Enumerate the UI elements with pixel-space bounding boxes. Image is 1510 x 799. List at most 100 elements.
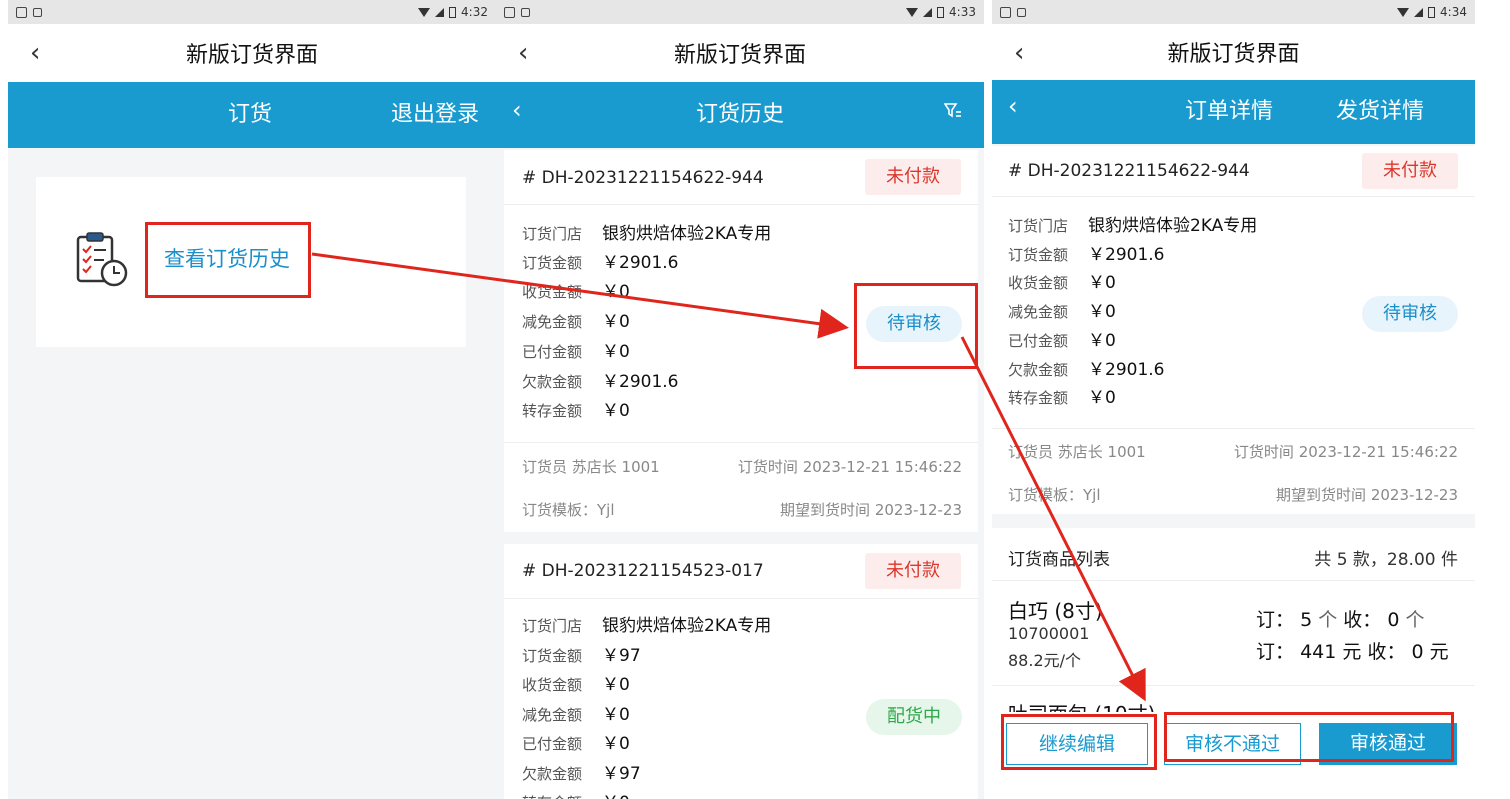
row-label: 订货金额 xyxy=(1008,246,1069,264)
pay-status-badge: 未付款 xyxy=(865,159,961,195)
row-label: 收货金额 xyxy=(522,283,583,301)
back-icon[interactable]: ‹ xyxy=(518,38,528,68)
wifi-icon xyxy=(1397,7,1410,17)
row-label: 欠款金额 xyxy=(522,765,583,783)
goods-price: 88.2元/个 xyxy=(1008,651,1082,670)
page-title: 新版订货界面 xyxy=(673,43,806,68)
order-card[interactable]: # DH-20231221154622-944 未付款 订货门店 银豹烘焙体验2K… xyxy=(504,150,978,532)
page-title: 新版订货界面 xyxy=(1167,42,1300,67)
title-bar: ‹ 新版订货界面 xyxy=(992,24,1475,80)
status-time: 4:33 xyxy=(949,5,976,19)
battery-icon xyxy=(937,6,945,18)
expected-time: 期望到货时间 2023-12-23 xyxy=(1276,486,1458,504)
row-value: ￥0 xyxy=(602,793,630,799)
qty-order-label: 订： xyxy=(1256,609,1295,631)
info-row: 减免金额 ￥0 xyxy=(522,701,630,730)
notification-icon xyxy=(1017,7,1026,17)
info-row: 转存金额 ￥0 xyxy=(1008,384,1116,413)
nav-bar: ‹ 订货历史 xyxy=(496,82,984,148)
status-time: 4:34 xyxy=(1440,5,1467,19)
row-value: ￥0 xyxy=(1088,331,1116,351)
status-bar: 4:33 xyxy=(496,0,984,24)
info-row: 欠款金额 ￥2901.6 xyxy=(1008,356,1164,385)
order-template: 订货模板：Yjl xyxy=(1008,486,1101,504)
status-bar: 4:34 xyxy=(992,0,1475,24)
status-pill: 待审核 xyxy=(1362,296,1458,332)
goods-amount: 订： 441 元 收： 0 元 xyxy=(1256,637,1449,664)
row-label: 减免金额 xyxy=(522,706,583,724)
row-label: 订货金额 xyxy=(522,647,583,665)
info-row: 订货金额 ￥2901.6 xyxy=(522,249,678,278)
filter-icon[interactable] xyxy=(944,102,962,120)
tab-ship-detail[interactable]: 发货详情 xyxy=(1336,80,1424,144)
annotation-box xyxy=(1001,714,1157,770)
info-row: 订货金额 ￥97 xyxy=(522,642,641,671)
row-value: ￥0 xyxy=(602,282,630,302)
annotation-box xyxy=(854,283,978,369)
status-bar: 4:32 xyxy=(8,0,496,24)
info-row: 订货金额 ￥2901.6 xyxy=(1008,241,1164,270)
title-bar: ‹ 新版订货界面 xyxy=(8,24,496,82)
goods-name: 白巧 (8寸) xyxy=(1008,599,1103,623)
amt-unit: 元 xyxy=(1342,641,1362,663)
row-label: 减免金额 xyxy=(1008,303,1069,321)
tab-order[interactable]: 订货 xyxy=(228,82,272,148)
status-pill[interactable]: 配货中 xyxy=(866,699,962,735)
notification-icon xyxy=(33,7,42,17)
row-value: ￥0 xyxy=(602,312,630,332)
amt-recv: 0 xyxy=(1411,641,1424,663)
row-label: 收货金额 xyxy=(1008,274,1069,292)
tab-order-detail[interactable]: 订单详情 xyxy=(1185,80,1273,144)
divider xyxy=(992,428,1475,429)
info-row: 已付金额 ￥0 xyxy=(522,730,630,759)
wifi-icon xyxy=(906,7,919,17)
pay-status-badge: 未付款 xyxy=(1362,153,1458,189)
amt-unit: 元 xyxy=(1429,641,1449,663)
operator: 订货员 苏店长 1001 xyxy=(522,458,660,476)
row-value: ￥2901.6 xyxy=(1088,245,1165,265)
row-value: ￥2901.6 xyxy=(1088,360,1165,380)
row-value: 银豹烘焙体验2KA专用 xyxy=(602,224,772,244)
row-label: 订货门店 xyxy=(522,225,583,243)
signal-icon xyxy=(435,7,445,17)
logout-button[interactable]: 退出登录 xyxy=(391,82,479,148)
back-icon[interactable]: ‹ xyxy=(30,38,40,68)
order-number: # DH-20231221154622-944 xyxy=(1008,161,1250,181)
order-time: 订货时间 2023-12-21 15:46:22 xyxy=(1233,443,1458,461)
row-value: ￥97 xyxy=(602,646,641,666)
back-icon[interactable]: ‹ xyxy=(1014,38,1024,68)
order-card[interactable]: # DH-20231221154523-017 未付款 订货门店 银豹烘焙体验2K… xyxy=(504,544,978,799)
clipboard-clock-icon xyxy=(76,232,128,287)
status-time: 4:32 xyxy=(461,5,488,19)
info-row: 收货金额 ￥0 xyxy=(1008,269,1116,298)
signal-icon xyxy=(1414,7,1424,17)
goods-code: 10700001 xyxy=(1008,624,1090,643)
info-row: 订货门店 银豹烘焙体验2KA专用 xyxy=(522,220,771,249)
qty-unit: 个 xyxy=(1405,609,1425,631)
amt-order: 441 xyxy=(1300,641,1337,663)
row-value: ￥0 xyxy=(1088,273,1116,293)
row-value: ￥0 xyxy=(1088,302,1116,322)
nav-bar: 订货 退出登录 xyxy=(8,82,496,148)
qty-unit: 个 xyxy=(1318,609,1338,631)
row-label: 欠款金额 xyxy=(1008,361,1069,379)
goods-item[interactable]: 白巧 (8寸) 10700001 88.2元/个 订： 5 个 收： 0 个 订… xyxy=(992,581,1475,685)
info-row: 减免金额 ￥0 xyxy=(522,308,630,337)
order-info-card: # DH-20231221154622-944 未付款 订货门店 银豹烘焙体验2K… xyxy=(992,146,1475,514)
app-icon xyxy=(16,6,27,18)
row-value: ￥0 xyxy=(602,705,630,725)
row-value: ￥0 xyxy=(602,734,630,754)
page-title: 新版订货界面 xyxy=(185,43,318,68)
info-row: 收货金额 ￥0 xyxy=(522,671,630,700)
info-row: 已付金额 ￥0 xyxy=(522,338,630,367)
amt-order-label: 订： xyxy=(1256,641,1295,663)
divider xyxy=(992,196,1475,197)
goods-qty: 订： 5 个 收： 0 个 xyxy=(1256,605,1424,632)
row-value: ￥0 xyxy=(602,675,630,695)
divider xyxy=(504,598,978,599)
qty-recv-label: 收： xyxy=(1343,609,1382,631)
row-label: 欠款金额 xyxy=(522,373,583,391)
info-row: 订货门店 银豹烘焙体验2KA专用 xyxy=(522,612,771,641)
back-icon[interactable]: ‹ xyxy=(1008,80,1018,144)
row-label: 减免金额 xyxy=(522,313,583,331)
